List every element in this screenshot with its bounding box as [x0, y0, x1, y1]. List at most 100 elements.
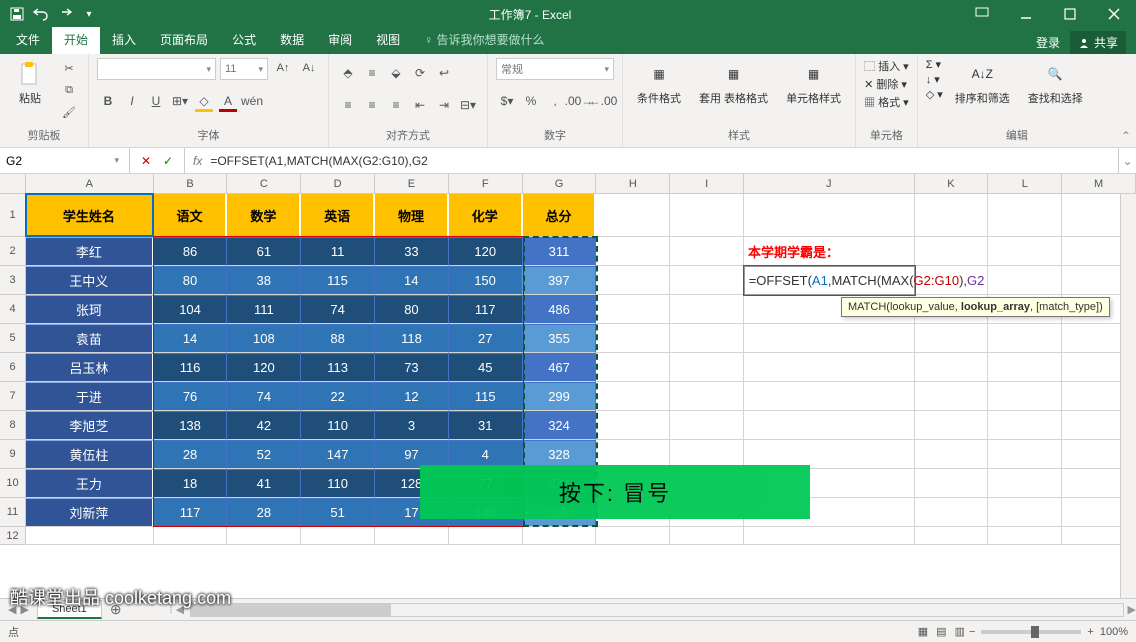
cell[interactable]: 22: [301, 382, 375, 411]
align-top-icon[interactable]: ⬘: [337, 62, 359, 84]
column-header[interactable]: E: [375, 174, 449, 193]
align-bottom-icon[interactable]: ⬙: [385, 62, 407, 84]
column-header[interactable]: G: [523, 174, 597, 193]
cell[interactable]: 74: [301, 295, 375, 324]
column-header[interactable]: B: [154, 174, 228, 193]
view-page-layout-icon[interactable]: ▤: [932, 625, 950, 638]
cell[interactable]: 52: [227, 440, 301, 469]
redo-icon[interactable]: [54, 3, 76, 25]
worksheet-grid[interactable]: ABCDEFGHIJKLM 123456789101112 学生姓名语文数学英语…: [0, 174, 1136, 598]
indent-increase-icon[interactable]: ⇥: [433, 94, 455, 116]
cell[interactable]: 数学: [227, 194, 301, 237]
cell[interactable]: 111: [227, 295, 301, 324]
cell[interactable]: 88: [301, 324, 375, 353]
cell[interactable]: 28: [227, 498, 301, 527]
copy-icon[interactable]: ⧉: [58, 80, 80, 100]
cell[interactable]: 150: [449, 266, 523, 295]
cell[interactable]: [596, 295, 670, 324]
zoom-in-icon[interactable]: +: [1087, 626, 1093, 638]
cell[interactable]: [596, 382, 670, 411]
cell[interactable]: 11: [301, 237, 375, 266]
cell[interactable]: 42: [227, 411, 301, 440]
cell[interactable]: 物理: [375, 194, 449, 237]
autosum-button[interactable]: Σ ▾: [926, 58, 943, 71]
cell[interactable]: 3: [375, 411, 449, 440]
column-header[interactable]: K: [915, 174, 989, 193]
cell[interactable]: 45: [449, 353, 523, 382]
font-size-dropdown[interactable]: 11▾: [220, 58, 268, 80]
cell[interactable]: 化学: [449, 194, 523, 237]
font-family-dropdown[interactable]: ▾: [97, 58, 216, 80]
cell[interactable]: [596, 237, 670, 266]
cell[interactable]: [670, 527, 744, 545]
row-header[interactable]: 6: [0, 353, 26, 382]
cell[interactable]: 王力: [26, 469, 154, 498]
align-right-icon[interactable]: ≡: [385, 94, 407, 116]
cell[interactable]: [988, 324, 1062, 353]
tab-formulas[interactable]: 公式: [220, 27, 268, 54]
row-header[interactable]: 8: [0, 411, 26, 440]
bold-button[interactable]: B: [97, 90, 119, 112]
fill-color-icon[interactable]: ◇: [193, 90, 215, 112]
cell[interactable]: [988, 266, 1062, 295]
merge-cells-icon[interactable]: ⊟▾: [457, 94, 479, 116]
expand-formula-bar-icon[interactable]: ⌄: [1118, 148, 1136, 173]
grow-font-icon[interactable]: A↑: [272, 58, 294, 78]
ribbon-options-icon[interactable]: [960, 0, 1004, 28]
sort-filter-button[interactable]: A↓Z排序和筛选: [949, 58, 1016, 110]
cell[interactable]: [744, 324, 915, 353]
login-link[interactable]: 登录: [1036, 34, 1060, 51]
horizontal-scrollbar[interactable]: ⁞ ◀▶: [170, 603, 1136, 617]
formula-bar[interactable]: fx=OFFSET(A1,MATCH(MAX(G2:G10),G2: [185, 154, 1118, 168]
cell[interactable]: 110: [301, 469, 375, 498]
cell[interactable]: [988, 382, 1062, 411]
cell[interactable]: 黄伍柱: [26, 440, 154, 469]
row-header[interactable]: 2: [0, 237, 26, 266]
column-header[interactable]: J: [744, 174, 915, 193]
column-header[interactable]: A: [26, 174, 154, 193]
collapse-ribbon-icon[interactable]: ⌃: [1116, 54, 1136, 147]
format-table-button[interactable]: ▦套用 表格格式: [693, 58, 774, 110]
cell[interactable]: [596, 324, 670, 353]
cell[interactable]: =OFFSET(A1,MATCH(MAX(G2:G10),G2: [744, 266, 915, 295]
cell[interactable]: 38: [227, 266, 301, 295]
shrink-font-icon[interactable]: A↓: [298, 58, 320, 78]
undo-icon[interactable]: [30, 3, 52, 25]
number-format-dropdown[interactable]: 常规▾: [496, 58, 614, 80]
cell[interactable]: 本学期学霸是：: [744, 237, 915, 266]
cell[interactable]: [375, 527, 449, 545]
cell[interactable]: [915, 382, 989, 411]
tab-home[interactable]: 开始: [52, 27, 100, 54]
cell[interactable]: [744, 194, 915, 237]
phonetic-icon[interactable]: wén: [241, 90, 263, 112]
cell[interactable]: 120: [227, 353, 301, 382]
align-center-icon[interactable]: ≡: [361, 94, 383, 116]
cell[interactable]: 袁苗: [26, 324, 154, 353]
cell[interactable]: 311: [523, 237, 597, 266]
cell[interactable]: 120: [449, 237, 523, 266]
tab-insert[interactable]: 插入: [100, 27, 148, 54]
accounting-icon[interactable]: $▾: [496, 90, 518, 112]
column-header[interactable]: M: [1062, 174, 1136, 193]
cell[interactable]: [988, 411, 1062, 440]
tab-view[interactable]: 视图: [364, 27, 412, 54]
conditional-format-button[interactable]: ▦条件格式: [631, 58, 687, 110]
indent-decrease-icon[interactable]: ⇤: [409, 94, 431, 116]
cell[interactable]: 147: [301, 440, 375, 469]
row-header[interactable]: 4: [0, 295, 26, 324]
cell[interactable]: 104: [154, 295, 228, 324]
cell[interactable]: [301, 527, 375, 545]
cell[interactable]: 116: [154, 353, 228, 382]
share-button[interactable]: 共享: [1070, 31, 1126, 54]
cell[interactable]: [596, 194, 670, 237]
clear-button[interactable]: ◇ ▾: [926, 88, 943, 101]
cell[interactable]: 李旭芝: [26, 411, 154, 440]
cell[interactable]: [988, 237, 1062, 266]
cell[interactable]: 语文: [154, 194, 228, 237]
cell[interactable]: 吕玉林: [26, 353, 154, 382]
cell[interactable]: [670, 411, 744, 440]
cell[interactable]: 31: [449, 411, 523, 440]
cell[interactable]: 18: [154, 469, 228, 498]
align-middle-icon[interactable]: ≡: [361, 62, 383, 84]
paste-button[interactable]: 粘贴: [8, 58, 52, 110]
